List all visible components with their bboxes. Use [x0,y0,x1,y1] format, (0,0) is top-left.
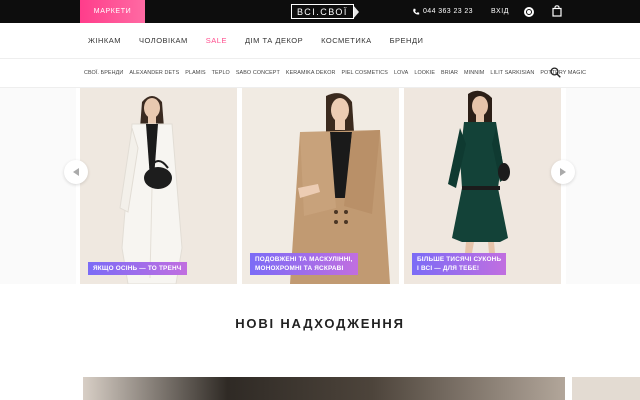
nav-item-men[interactable]: ЧОЛОВІКАМ [139,36,188,45]
brand-link[interactable]: LILIT SARKISIAN [490,70,534,76]
new-arrivals-title: НОВІ НАДХОДЖЕННЯ [235,316,405,331]
markets-button[interactable]: МАРКЕТИ [80,0,145,23]
carousel-slide-prev-edge [0,88,76,284]
nav-item-sale[interactable]: SALE [206,36,227,45]
brand-link[interactable]: LOOKIE [414,70,435,76]
caption-line: МОНОХРОМНІ ТА ЯСКРАВІ [255,265,344,272]
brand-link[interactable]: ALEXANDER DETS [129,70,179,76]
brands-bar: СВОЇ. БРЕНДИ ALEXANDER DETS PLAMIS TEPLO… [0,59,640,88]
account-icon[interactable] [524,7,534,17]
caption-line: БІЛЬШЕ ТИСЯЧІ СУКОНЬ [417,256,502,263]
product-image[interactable] [572,377,640,400]
phone-number: 044 363 23 23 [423,8,473,15]
logo-text: ВСІ.СВОЇ [291,4,354,19]
search-icon[interactable] [550,67,561,78]
arrow-right-icon[interactable] [551,160,575,184]
nav-item-women[interactable]: ЖІНКАМ [88,36,121,45]
main-nav: ЖІНКАМ ЧОЛОВІКАМ SALE ДІМ ТА ДЕКОР КОСМЕ… [0,23,640,59]
arrow-left-icon[interactable] [64,160,88,184]
brand-link[interactable]: MINNIM [464,70,484,76]
carousel-slide[interactable]: ПОДОВЖЕНІ ТА МАСКУЛІННІ, МОНОХРОМНІ ТА Я… [242,88,399,284]
brand-link[interactable]: SABO CONCEPT [236,70,280,76]
site-logo[interactable]: ВСІ.СВОЇ [291,4,359,19]
top-bar: МАРКЕТИ ВСІ.СВОЇ 044 363 23 23 ВХІД [0,0,640,23]
nav-item-home-decor[interactable]: ДІМ ТА ДЕКОР [245,36,303,45]
phone-icon [413,8,420,15]
brand-link[interactable]: TEPLO [212,70,230,76]
slide-caption: ЯКЩО ОСІНЬ — ТО ТРЕНЧ [88,262,187,275]
product-image[interactable] [83,377,565,400]
brand-link[interactable]: СВОЇ. БРЕНДИ [84,70,123,76]
brand-link[interactable]: BRIAR [441,70,458,76]
caption-line: ПОДОВЖЕНІ ТА МАСКУЛІННІ, [255,256,353,263]
slide-caption: БІЛЬШЕ ТИСЯЧІ СУКОНЬ І ВСІ — ДЛЯ ТЕБЕ! [412,253,507,275]
carousel-slide-next-edge [566,88,640,284]
carousel-slide[interactable]: БІЛЬШЕ ТИСЯЧІ СУКОНЬ І ВСІ — ДЛЯ ТЕБЕ! [404,88,561,284]
cart-icon[interactable] [552,5,562,17]
caption-line: І ВСІ — ДЛЯ ТЕБЕ! [417,265,480,272]
logo-tail [352,4,359,19]
login-link[interactable]: ВХІД [491,0,509,23]
brand-link[interactable]: KERAMIKA DEKOR [286,70,336,76]
nav-item-cosmetics[interactable]: КОСМЕТИКА [321,36,372,45]
brand-link[interactable]: PIEL COSMETICS [342,70,388,76]
caption-line: ЯКЩО ОСІНЬ — ТО ТРЕНЧ [93,265,182,272]
hero-carousel: ЯКЩО ОСІНЬ — ТО ТРЕНЧ ПОДОВЖЕНІ ТА МАСКУ… [0,88,640,284]
brand-link[interactable]: PLAMIS [185,70,205,76]
nav-item-brands[interactable]: БРЕНДИ [390,36,424,45]
carousel-slide[interactable]: ЯКЩО ОСІНЬ — ТО ТРЕНЧ [80,88,237,284]
slide-photo-trench [80,88,237,284]
slide-caption: ПОДОВЖЕНІ ТА МАСКУЛІННІ, МОНОХРОМНІ ТА Я… [250,253,358,275]
brand-link[interactable]: LOVA [394,70,408,76]
brand-link[interactable]: POTTERY MAGIC [540,70,586,76]
phone-link[interactable]: 044 363 23 23 [412,0,473,23]
